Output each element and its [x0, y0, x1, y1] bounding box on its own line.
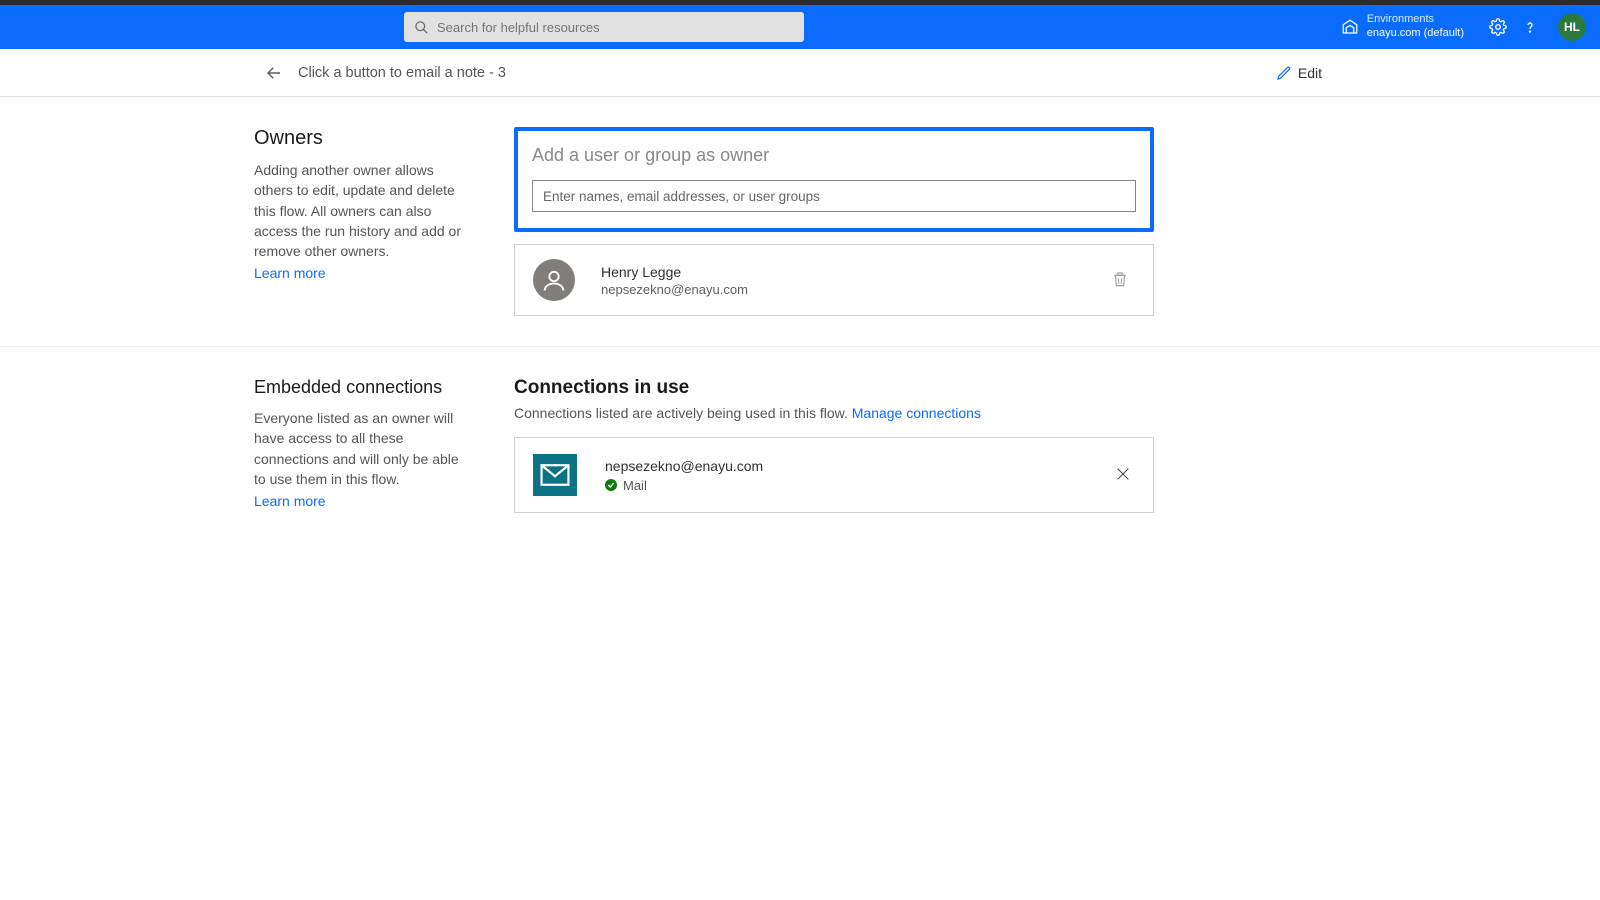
settings-button[interactable]	[1482, 18, 1514, 36]
trash-icon	[1111, 270, 1129, 288]
search-icon	[414, 20, 429, 35]
embedded-connections-description: Everyone listed as an owner will have ac…	[254, 408, 474, 489]
remove-owner-button[interactable]	[1111, 270, 1135, 291]
close-icon	[1115, 466, 1131, 482]
environment-label: Environments	[1367, 13, 1464, 27]
mail-icon	[540, 464, 570, 486]
search-input[interactable]	[437, 20, 794, 35]
owner-name: Henry Legge	[601, 264, 1111, 280]
add-owner-title: Add a user or group as owner	[532, 145, 1136, 166]
connection-card: nepsezekno@enayu.com Mail	[514, 437, 1154, 513]
environment-picker[interactable]: Environments enayu.com (default)	[1341, 13, 1464, 41]
connections-in-use-heading: Connections in use	[514, 377, 1154, 399]
help-button[interactable]	[1514, 19, 1546, 35]
owners-description: Adding another owner allows others to ed…	[254, 160, 474, 261]
owners-section: Owners Adding another owner allows other…	[0, 97, 1600, 347]
command-bar: Click a button to email a note - 3 Edit	[0, 49, 1600, 97]
user-avatar[interactable]: HL	[1558, 13, 1586, 41]
connections-subtext: Connections listed are actively being us…	[514, 405, 1154, 421]
check-icon	[605, 479, 617, 491]
connection-service: Mail	[623, 478, 647, 493]
owner-email: nepsezekno@enayu.com	[601, 282, 1111, 297]
edit-label: Edit	[1298, 65, 1322, 81]
owners-learn-more-link[interactable]: Learn more	[254, 265, 326, 281]
owner-avatar	[533, 259, 575, 301]
gear-icon	[1489, 18, 1507, 36]
remove-connection-button[interactable]	[1111, 462, 1135, 489]
owners-heading: Owners	[254, 127, 474, 150]
top-bar: Environments enayu.com (default) HL	[0, 5, 1600, 49]
embedded-connections-heading: Embedded connections	[254, 377, 474, 398]
add-owner-input[interactable]	[532, 180, 1136, 212]
environment-value: enayu.com (default)	[1367, 27, 1464, 41]
global-search[interactable]	[404, 12, 804, 42]
connection-account: nepsezekno@enayu.com	[605, 458, 1111, 474]
edit-button[interactable]: Edit	[1276, 65, 1322, 81]
connections-learn-more-link[interactable]: Learn more	[254, 493, 326, 509]
pencil-icon	[1276, 65, 1292, 81]
person-icon	[540, 266, 568, 294]
environment-icon	[1341, 18, 1359, 36]
add-owner-box: Add a user or group as owner	[514, 127, 1154, 232]
connection-icon-box	[533, 454, 577, 496]
connections-section: Embedded connections Everyone listed as …	[0, 347, 1600, 543]
page-title: Click a button to email a note - 3	[298, 65, 506, 81]
manage-connections-link[interactable]: Manage connections	[852, 405, 981, 421]
back-button[interactable]	[256, 55, 292, 91]
back-arrow-icon	[265, 64, 283, 82]
owner-card: Henry Legge nepsezekno@enayu.com	[514, 244, 1154, 316]
help-icon	[1522, 19, 1538, 35]
